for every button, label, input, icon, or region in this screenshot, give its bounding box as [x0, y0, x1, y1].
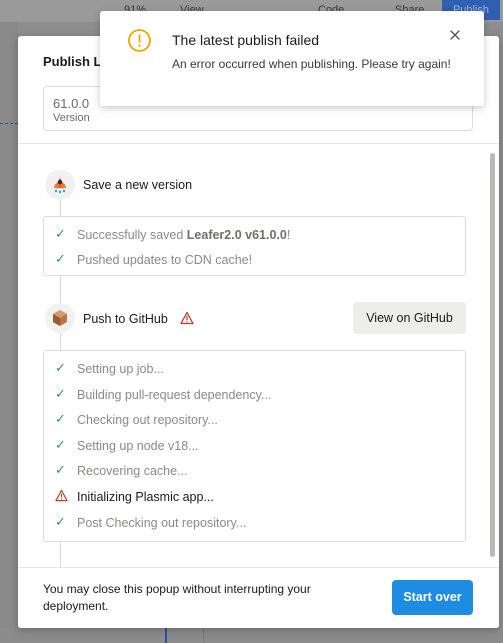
step-github-title: Push to GitHub	[83, 312, 168, 326]
log-text: Checking out repository...	[77, 413, 218, 427]
log-row: ✓ Post Checking out repository...	[44, 514, 465, 532]
toast-message: An error occurred when publishing. Pleas…	[172, 57, 451, 71]
check-icon: ✓	[55, 226, 66, 241]
log-row: ✓ Pushed updates to CDN cache!	[44, 251, 465, 269]
check-icon: ✓	[55, 251, 66, 266]
save-log: ✓ Successfully saved Leafer2.0 v61.0.0! …	[43, 216, 466, 276]
check-icon: ✓	[55, 514, 66, 529]
version-value: 61.0.0	[53, 96, 90, 111]
log-suffix: !	[286, 228, 291, 242]
toast-title: The latest publish failed	[172, 32, 320, 48]
step-save-title: Save a new version	[83, 178, 193, 192]
saved-version-name: Leafer2.0 v61.0.0	[186, 228, 287, 242]
log-text: Successfully saved	[77, 228, 187, 242]
package-icon	[45, 303, 75, 333]
log-row: ✓ Setting up node v18...	[44, 437, 465, 455]
leafer-logo-icon	[45, 170, 75, 200]
view-on-github-button[interactable]: View on GitHub	[353, 302, 466, 334]
background-left-panel	[0, 22, 18, 643]
footer-note: You may close this popup without interru…	[43, 582, 311, 613]
start-over-button[interactable]: Start over	[392, 580, 473, 615]
log-row: ✓ Building pull-request dependency...	[44, 386, 465, 404]
warning-icon	[180, 311, 194, 325]
log-text: Building pull-request dependency...	[77, 388, 272, 402]
dialog-title: Publish Le	[43, 54, 109, 69]
warning-icon	[55, 489, 69, 503]
log-row: ✓ Setting up job...	[44, 360, 465, 378]
check-icon: ✓	[55, 386, 66, 401]
log-row: Initializing Plasmic app...	[44, 488, 465, 506]
github-log: ✓ Setting up job... ✓ Building pull-requ…	[43, 350, 466, 542]
close-icon[interactable]	[448, 28, 462, 42]
check-icon: ✓	[55, 411, 66, 426]
dialog-body: Save a new version ✓ Successfully saved …	[18, 145, 499, 567]
background-bottom	[0, 628, 503, 643]
publish-dialog: Publish Le 61.0.0 Version Save a new ver…	[18, 36, 499, 628]
log-text: Post Checking out repository...	[77, 516, 247, 530]
log-text: Pushed updates to CDN cache!	[77, 253, 253, 267]
log-text: Initializing Plasmic app...	[77, 490, 214, 504]
check-icon: ✓	[55, 462, 66, 477]
error-toast: The latest publish failed An error occur…	[100, 11, 484, 106]
alert-circle-icon	[127, 28, 152, 53]
dialog-scrollbar[interactable]	[490, 153, 495, 557]
check-icon: ✓	[55, 437, 66, 452]
check-icon: ✓	[55, 360, 66, 375]
log-row: ✓ Recovering cache...	[44, 462, 465, 480]
log-row: ✓ Checking out repository...	[44, 411, 465, 429]
version-label: Version	[53, 112, 90, 124]
log-text: Setting up job...	[77, 362, 164, 376]
background-guide	[0, 123, 18, 124]
log-text: Recovering cache...	[77, 464, 188, 478]
dialog-footer: You may close this popup without interru…	[18, 567, 499, 628]
log-text: Setting up node v18...	[77, 439, 199, 453]
log-row: ✓ Successfully saved Leafer2.0 v61.0.0!	[44, 226, 465, 244]
